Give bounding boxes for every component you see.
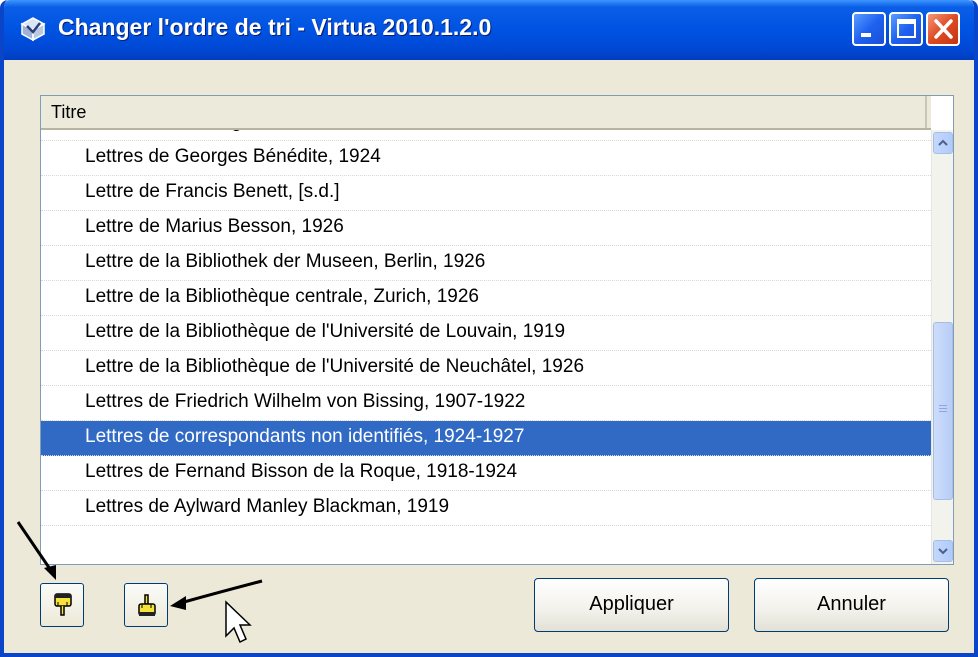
hand-pointing-down-icon (54, 593, 72, 616)
grip-icon (939, 405, 947, 414)
list-item[interactable]: Lettre de la Bibliothek der Museen, Berl… (41, 246, 931, 281)
list-item[interactable]: Lettre de Marius Besson, 1926 (41, 211, 931, 246)
list-item[interactable]: Lettres de Georges Bénédite, 1924 (41, 141, 931, 176)
window-title: Changer l'ordre de tri - Virtua 2010.1.2… (58, 14, 492, 40)
minimize-icon (861, 33, 871, 37)
scroll-down-button[interactable] (933, 540, 953, 562)
cancel-button[interactable]: Annuler (754, 578, 949, 632)
apply-button[interactable]: Appliquer (534, 578, 729, 632)
chevron-down-icon (938, 548, 948, 555)
chevron-up-icon (938, 139, 948, 146)
close-icon (934, 19, 953, 39)
list-item[interactable]: Lettres de Fernand Bisson de la Roque, 1… (41, 456, 931, 491)
virtua-app-icon (20, 17, 46, 42)
list-item[interactable]: Lettre de Francis Benett, [s.d.] (41, 176, 931, 211)
title-bar[interactable]: Changer l'ordre de tri - Virtua 2010.1.2… (4, 0, 974, 60)
list-item[interactable]: Lettres de Aylward Manley Blackman, 1919 (41, 491, 931, 526)
hand-pointing-up-icon (138, 594, 156, 616)
list-item[interactable]: Lettre d'Alfred Béguin, 1926 (41, 130, 931, 141)
scroll-thumb[interactable] (933, 322, 953, 500)
move-up-button[interactable] (124, 583, 168, 627)
list-item[interactable]: Lettre de la Bibliothèque de l'Universit… (41, 316, 931, 351)
list-rows: Lettre d'Alfred Béguin, 1926 Lettres de … (41, 130, 931, 564)
column-header-titre[interactable]: Titre (41, 96, 927, 128)
maximize-icon (897, 19, 916, 38)
list-header: Titre (41, 96, 931, 130)
list-item[interactable]: Lettres de Friedrich Wilhelm von Bissing… (41, 386, 931, 421)
vertical-scrollbar[interactable] (931, 130, 953, 564)
scroll-up-button[interactable] (933, 132, 953, 154)
minimize-button[interactable] (852, 12, 886, 46)
move-down-button[interactable] (40, 583, 84, 627)
close-button[interactable] (926, 12, 960, 46)
sort-order-list[interactable]: Titre Lettre d'Alfred Béguin, 1926 Lettr… (40, 95, 954, 565)
list-item[interactable]: Lettre de la Bibliothèque de l'Universit… (41, 351, 931, 386)
dialog-window: Changer l'ordre de tri - Virtua 2010.1.2… (0, 0, 978, 657)
list-item[interactable]: Lettre de la Bibliothèque centrale, Zuri… (41, 281, 931, 316)
maximize-button[interactable] (889, 12, 923, 46)
list-item-selected[interactable]: Lettres de correspondants non identifiés… (41, 421, 931, 456)
